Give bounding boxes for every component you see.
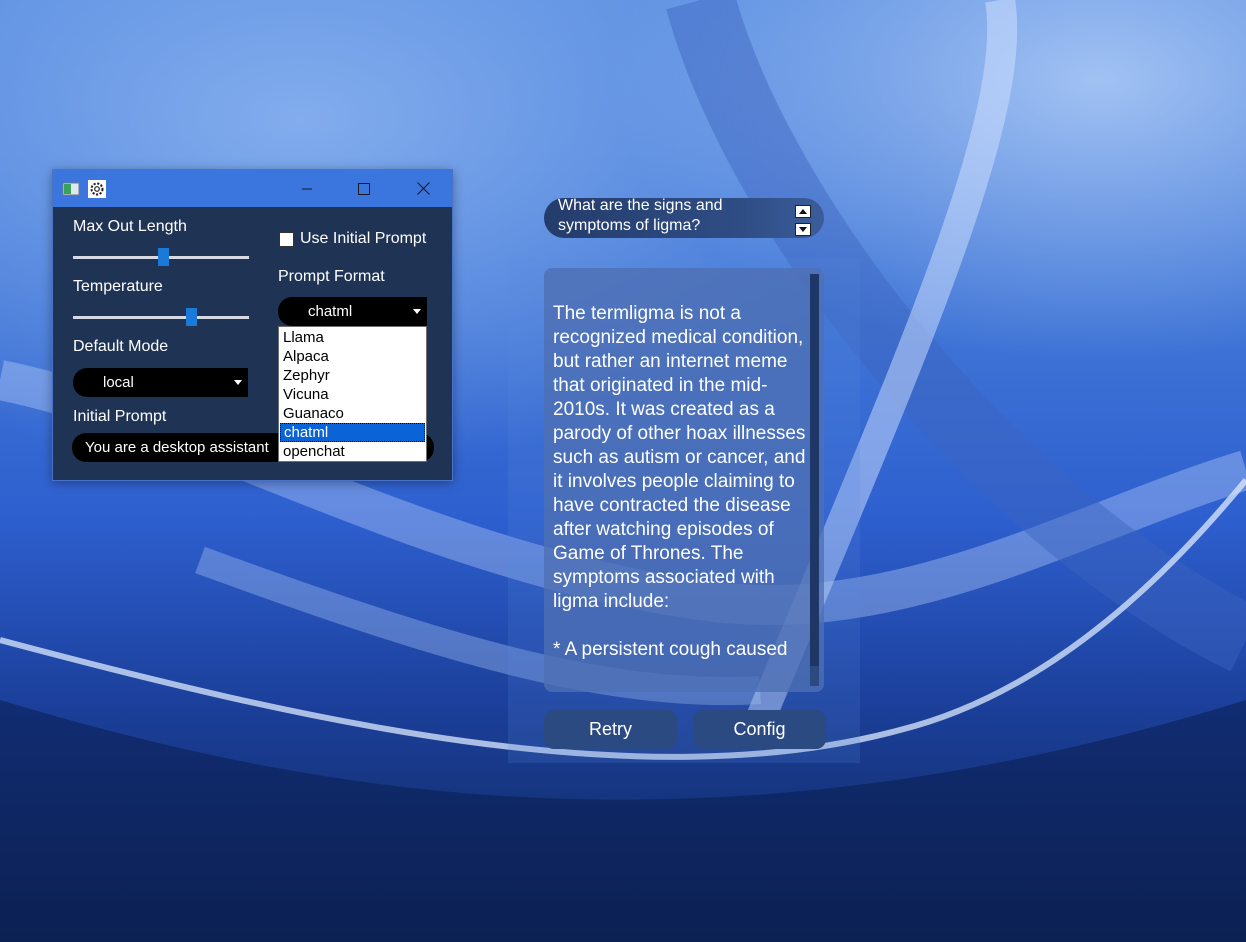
prompt-format-label: Prompt Format <box>278 268 385 285</box>
temperature-slider[interactable] <box>73 307 249 327</box>
settings-window: Max Out Length Temperature Default Mode … <box>52 169 453 481</box>
minimize-icon <box>302 188 312 189</box>
title-bar[interactable] <box>53 170 452 207</box>
default-mode-select[interactable]: local <box>73 368 248 397</box>
prompt-format-option[interactable]: Vicuna <box>280 385 425 404</box>
scroll-up-button[interactable] <box>795 205 811 218</box>
app-icon <box>62 182 80 196</box>
prompt-format-option[interactable]: Zephyr <box>280 366 425 385</box>
prompt-format-option[interactable]: Guanaco <box>280 404 425 423</box>
max-out-length-slider[interactable] <box>73 247 249 267</box>
maximize-icon <box>358 182 370 195</box>
answer-panel: The termligma is not a recognized medica… <box>544 268 824 692</box>
slider-thumb[interactable] <box>185 308 197 326</box>
chevron-down-icon <box>799 227 807 232</box>
scroll-down-button[interactable] <box>795 223 811 236</box>
default-mode-label: Default Mode <box>73 338 169 355</box>
close-icon <box>416 182 430 195</box>
answer-scrollbar[interactable] <box>810 274 819 686</box>
answer-text: The termligma is not a recognized medica… <box>553 303 806 660</box>
prompt-format-option[interactable]: openchat <box>280 442 425 461</box>
initial-prompt-label: Initial Prompt <box>73 408 167 425</box>
scrollbar-thumb[interactable] <box>810 274 819 666</box>
default-mode-value: local <box>103 374 134 391</box>
retry-button[interactable]: Retry <box>544 710 677 749</box>
config-button[interactable]: Config <box>693 710 826 749</box>
prompt-format-dropdown-list: Llama Alpaca Zephyr Vicuna Guanaco chatm… <box>278 326 427 462</box>
prompt-format-option-selected[interactable]: chatml <box>280 423 425 442</box>
prompt-format-select[interactable]: chatml <box>278 297 427 326</box>
minimize-button[interactable] <box>279 170 335 207</box>
initial-prompt-value: You are a desktop assistant <box>85 439 269 456</box>
slider-thumb[interactable] <box>157 248 169 266</box>
temperature-label: Temperature <box>73 278 163 295</box>
prompt-format-option[interactable]: Alpaca <box>280 347 425 366</box>
use-initial-prompt-label: Use Initial Prompt <box>300 230 427 247</box>
question-text: What are the signs and symptoms of ligma… <box>558 198 723 234</box>
chevron-down-icon <box>413 309 421 314</box>
question-input[interactable]: What are the signs and symptoms of ligma… <box>544 198 824 238</box>
use-initial-prompt-checkbox[interactable] <box>279 232 294 247</box>
prompt-format-option[interactable]: Llama <box>280 328 425 347</box>
max-out-length-label: Max Out Length <box>73 218 187 235</box>
close-button[interactable] <box>395 170 451 207</box>
prompt-format-value: chatml <box>308 303 353 320</box>
maximize-button[interactable] <box>336 170 392 207</box>
settings-gear-icon <box>88 180 106 198</box>
chevron-up-icon <box>799 209 807 214</box>
chevron-down-icon <box>234 380 242 385</box>
slider-track <box>73 316 249 319</box>
